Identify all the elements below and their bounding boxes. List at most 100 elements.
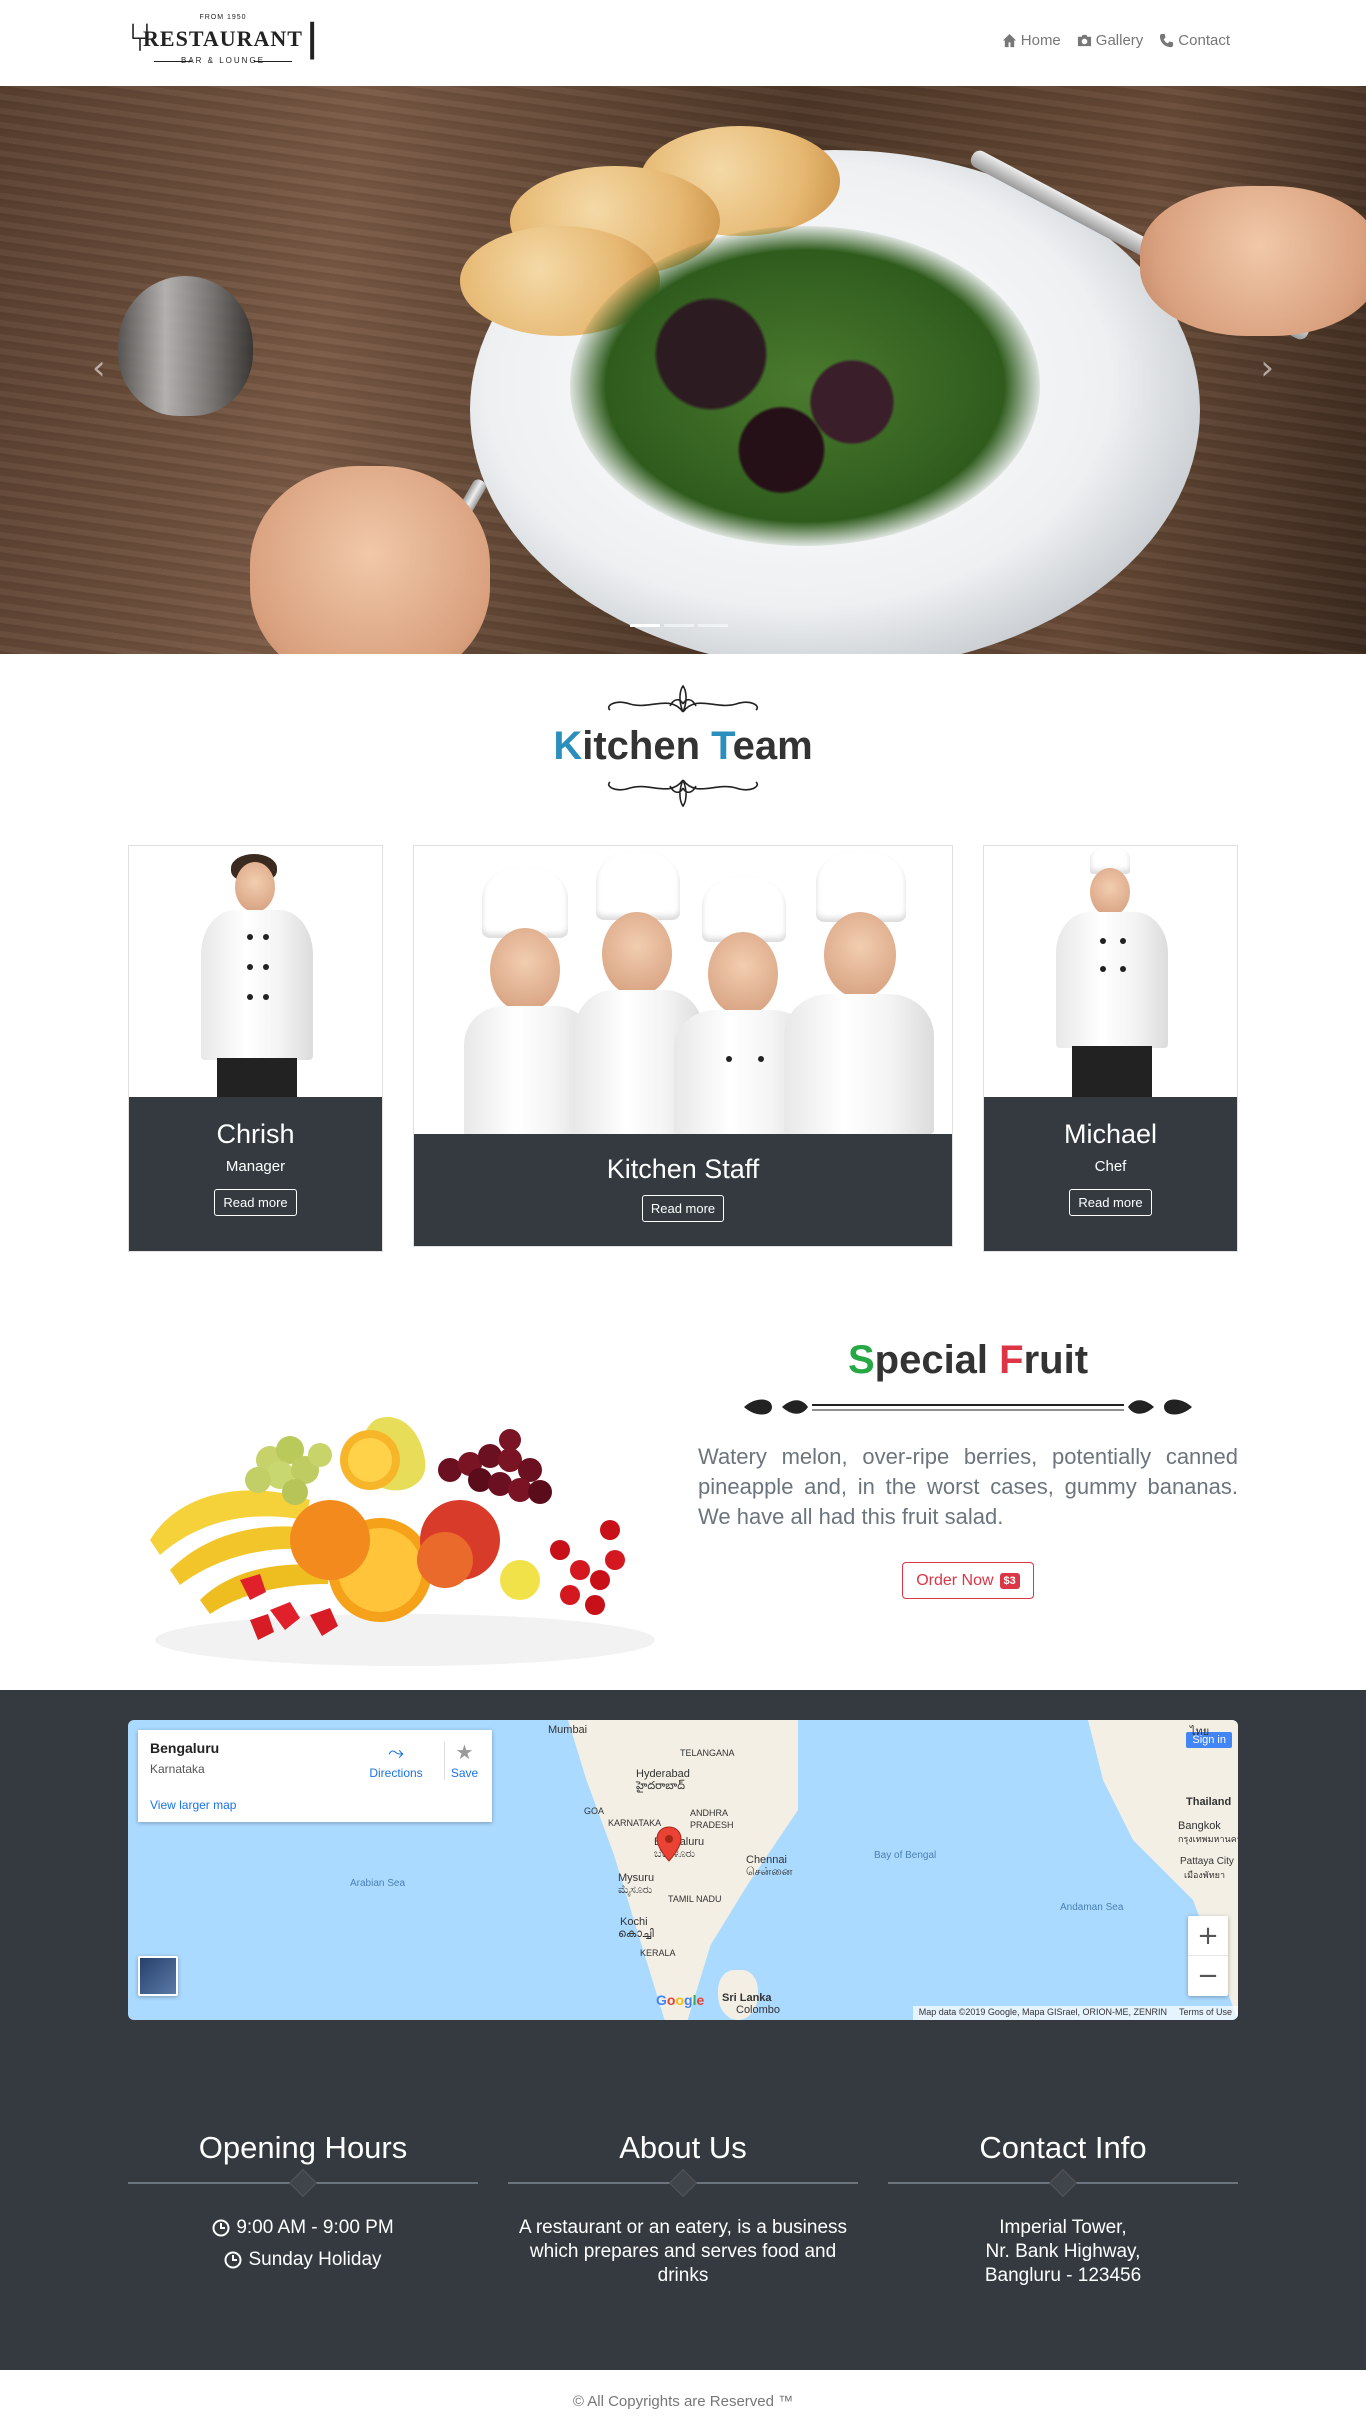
holiday-line: Sunday Holiday: [248, 2249, 382, 2270]
brand-since: FROM 1950: [199, 14, 247, 21]
main-nav: Home Gallery Contact: [1002, 32, 1230, 49]
member-name: Chrish: [216, 1119, 295, 1149]
read-more-button[interactable]: Read more: [641, 1195, 725, 1222]
clock-icon: [224, 2251, 242, 2269]
nav-home[interactable]: Home: [1002, 32, 1061, 49]
nav-contact[interactable]: Contact: [1159, 32, 1230, 49]
brand-name: RESTAURANT: [143, 26, 303, 51]
read-more-button[interactable]: Read more: [1069, 1189, 1152, 1216]
about-us-text: A restaurant or an eatery, is a business…: [518, 2217, 848, 2286]
nav-gallery-label: Gallery: [1095, 32, 1144, 49]
order-now-button[interactable]: Order Now $3: [902, 1562, 1034, 1599]
map-label: சென்னை: [746, 1866, 793, 1878]
map-attribution: Map data ©2019 Google, Mapa GISrael, ORI…: [912, 2006, 1238, 2020]
contact-info-section: Contact Info Imperial Tower, Nr. Bank Hi…: [888, 2130, 1238, 2288]
order-now-label: Order Now: [916, 1571, 994, 1589]
google-map[interactable]: Bengaluru Karnataka View larger map ⤳ Di…: [128, 1720, 1238, 2020]
opening-hours-text: 9:00 AM - 9:00 PM Sunday Holiday: [128, 2216, 478, 2272]
nav-gallery[interactable]: Gallery: [1077, 32, 1144, 49]
map-label: హైదరాబాద్: [636, 1780, 685, 1792]
fruit-description: Watery melon, over-ripe berries, potenti…: [698, 1444, 1238, 1529]
phone-icon: [1160, 33, 1174, 48]
chef-photo: [984, 846, 1237, 1099]
map-label: TELANGANA: [680, 1748, 735, 1758]
map-pin-icon[interactable]: [656, 1826, 682, 1862]
team-card: Kitchen Staff Read more: [413, 845, 953, 1247]
camera-icon: [1077, 34, 1091, 47]
opening-hours-title: Opening Hours: [198, 2130, 408, 2165]
carousel-indicators: [630, 624, 728, 627]
map-city: Bengaluru: [150, 1740, 220, 1756]
save-button[interactable]: ★ Save: [444, 1742, 484, 1780]
divider-ornament-icon: [744, 1399, 1192, 1415]
google-logo: Google: [656, 1992, 705, 2008]
save-label: Save: [450, 1766, 479, 1780]
kitchen-staff-photo: [414, 846, 952, 1134]
diamond-icon: [1048, 2168, 1078, 2198]
zoom-control: + −: [1188, 1916, 1228, 1996]
map-label: Mumbai: [548, 1724, 588, 1736]
directions-button[interactable]: ⤳ Directions: [366, 1742, 426, 1780]
map-label: TAMIL NADU: [668, 1894, 722, 1904]
member-role: Chef: [1094, 1158, 1127, 1175]
map-label: กรุงเทพมหานคร: [1178, 1834, 1238, 1844]
team-card-body: Kitchen Staff Read more: [414, 1134, 952, 1246]
read-more-button[interactable]: Read more: [214, 1189, 297, 1216]
hours-line: 9:00 AM - 9:00 PM: [236, 2217, 394, 2238]
team-card: Chrish Manager Read more: [128, 845, 383, 1252]
map-state: Karnataka: [150, 1762, 205, 1776]
carousel-indicator[interactable]: [630, 624, 660, 627]
fruit-image: [150, 1416, 655, 1666]
map-data-text: Map data ©2019 Google, Mapa GISrael, ORI…: [918, 2007, 1167, 2017]
map-label: ಮೈಸೂರು: [618, 1884, 653, 1896]
map-label: കൊച്ചി: [618, 1928, 654, 1940]
map-label: Mysuru: [618, 1872, 655, 1884]
clock-icon: [212, 2219, 230, 2237]
flourish-bottom-icon: [608, 779, 758, 808]
map-label: Bay of Bengal: [874, 1850, 937, 1861]
price-badge: $3: [999, 1572, 1020, 1589]
section-divider: [128, 2168, 478, 2198]
hand-image: [1140, 186, 1366, 336]
map-label: PRADESH: [690, 1820, 734, 1830]
navbar: ⑂ FROM 1950 RESTAURANT BAR & LOUNGE ǀ Ho…: [0, 0, 1366, 86]
map-label: Andaman Sea: [1060, 1902, 1124, 1913]
carousel-next-icon[interactable]: ›: [1260, 348, 1274, 388]
directions-icon: ⤳: [388, 1742, 404, 1764]
carousel-indicator[interactable]: [664, 624, 694, 627]
map-label: Chennai: [746, 1854, 787, 1866]
carousel-prev-icon[interactable]: ‹: [92, 348, 106, 388]
view-larger-map-link[interactable]: View larger map: [150, 1798, 236, 1812]
hero-carousel[interactable]: ‹ ›: [0, 86, 1366, 654]
flourish-top-icon: [608, 684, 758, 713]
zoom-in-button[interactable]: +: [1188, 1916, 1228, 1956]
address-line: Imperial Tower,: [999, 2217, 1127, 2238]
zoom-out-button[interactable]: −: [1188, 1956, 1228, 1996]
map-label: Arabian Sea: [350, 1878, 406, 1889]
map-label: Bangkok: [1178, 1820, 1221, 1832]
metal-cup-image: [118, 276, 253, 416]
terms-link[interactable]: Terms of Use: [1179, 2007, 1232, 2019]
fruit-title: Special Fruit: [847, 1338, 1089, 1382]
address-line: Bangluru - 123456: [984, 2265, 1142, 2286]
about-us-section: About Us A restaurant or an eatery, is a…: [508, 2130, 858, 2288]
home-icon: [1002, 33, 1016, 48]
about-us-title: About Us: [619, 2130, 747, 2165]
map-label: Thailand: [1186, 1796, 1232, 1808]
carousel-indicator[interactable]: [698, 624, 728, 627]
contact-address: Imperial Tower, Nr. Bank Highway, Banglu…: [888, 2216, 1238, 2288]
satellite-toggle-button[interactable]: [138, 1956, 178, 1996]
star-icon: ★: [455, 1742, 474, 1764]
brand-logo[interactable]: ⑂ FROM 1950 RESTAURANT BAR & LOUNGE ǀ: [128, 12, 318, 68]
address-line: Nr. Bank Highway,: [985, 2241, 1141, 2262]
map-label: Colombo: [736, 2004, 781, 2016]
map-label: Pattaya City: [1180, 1856, 1234, 1867]
team-card-body: Chrish Manager Read more: [129, 1097, 382, 1251]
diamond-icon: [288, 2168, 318, 2198]
team-card-body: Michael Chef Read more: [984, 1097, 1237, 1251]
member-role: Manager: [225, 1158, 286, 1175]
member-name: Michael: [1063, 1119, 1158, 1149]
map-label: GOA: [584, 1806, 605, 1816]
member-name: Kitchen Staff: [606, 1154, 760, 1184]
map-label: Kochi: [620, 1916, 648, 1928]
